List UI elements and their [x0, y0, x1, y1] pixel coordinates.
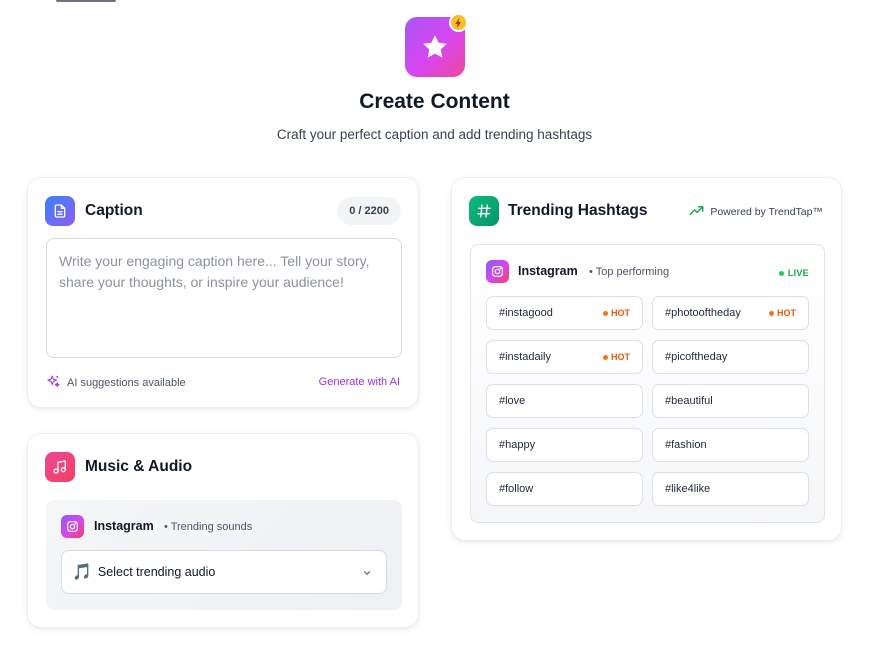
- hashtag-chip[interactable]: #picoftheday: [652, 340, 809, 374]
- hot-dot-icon: [769, 310, 774, 316]
- page-subtitle: Craft your perfect caption and add trend…: [276, 127, 593, 142]
- live-indicator: LIVE: [778, 268, 809, 278]
- hot-badge: HOT: [603, 352, 630, 362]
- trending-hashtags-card: Trending Hashtags Powered by TrendTap™ I…: [451, 177, 842, 541]
- hot-badge: HOT: [603, 308, 630, 318]
- caption-input[interactable]: [46, 238, 402, 358]
- hashtag-chip[interactable]: #photooftheday HOT: [652, 296, 809, 330]
- music-emoji-icon: 🎵: [72, 564, 92, 581]
- hot-label: HOT: [611, 352, 630, 362]
- hashtag-chip[interactable]: #happy: [486, 428, 643, 462]
- hashtag-platform-name: Instagram: [518, 264, 578, 278]
- hashtag-label: #instadaily: [499, 351, 551, 363]
- hashtag-grid: #instagood HOT #photooftheday HOT #instadail…: [486, 296, 809, 506]
- document-icon: [45, 196, 75, 226]
- ai-suggestions-row: AI suggestions available: [46, 374, 186, 392]
- hashtag-panel: Instagram • Top performing LIVE #instago…: [470, 244, 825, 523]
- caption-card: Caption 0 / 2200 AI suggestions availabl…: [27, 177, 419, 408]
- audio-select-label: Select trending audio: [97, 565, 216, 579]
- music-audio-card: Music & Audio Instagram • Trending sound…: [27, 433, 419, 628]
- hashtag-label: #photooftheday: [665, 307, 741, 319]
- live-label: LIVE: [787, 268, 809, 278]
- hot-dot-icon: [603, 354, 608, 360]
- hashtag-chip[interactable]: #instadaily HOT: [486, 340, 643, 374]
- character-counter: 0 / 2200: [337, 197, 401, 225]
- hot-dot-icon: [603, 310, 608, 316]
- hashtag-chip[interactable]: #like4like: [652, 472, 809, 506]
- hot-badge: HOT: [769, 308, 796, 318]
- sparkles-icon: [46, 374, 61, 392]
- music-platform-name: Instagram: [94, 519, 154, 533]
- powered-by-label: Powered by TrendTap™: [710, 206, 823, 218]
- music-audio-title: Music & Audio: [85, 458, 193, 475]
- trending-hashtags-title: Trending Hashtags: [508, 202, 648, 219]
- hashtag-platform-subtitle: • Top performing: [589, 266, 670, 278]
- top-tab-indicator: [56, 0, 116, 2]
- hashtag-label: #follow: [499, 483, 534, 495]
- hot-label: HOT: [777, 308, 796, 318]
- hashtag-label: #like4like: [665, 483, 711, 495]
- page-title: Create Content: [359, 90, 510, 113]
- hash-icon: [469, 196, 499, 226]
- lightning-icon: [449, 13, 468, 32]
- music-platform-subtitle: • Trending sounds: [164, 521, 253, 533]
- hot-label: HOT: [611, 308, 630, 318]
- hashtag-chip[interactable]: #beautiful: [652, 384, 809, 418]
- trending-up-icon: [689, 205, 704, 219]
- hashtag-label: #fashion: [665, 439, 707, 451]
- hashtag-label: #instagood: [499, 307, 553, 319]
- hashtag-label: #beautiful: [665, 395, 713, 407]
- hashtag-chip[interactable]: #love: [486, 384, 643, 418]
- hashtag-label: #picoftheday: [665, 351, 728, 363]
- hashtag-chip[interactable]: #fashion: [652, 428, 809, 462]
- trending-audio-select[interactable]: 🎵 Select trending audio: [61, 550, 387, 594]
- live-dot-icon: [778, 270, 784, 276]
- music-note-icon: [45, 452, 75, 482]
- hashtag-chip[interactable]: #follow: [486, 472, 643, 506]
- chevron-down-icon: [362, 567, 372, 581]
- generate-with-ai-button[interactable]: Generate with AI: [319, 376, 400, 388]
- instagram-icon: [61, 515, 84, 538]
- caption-title: Caption: [85, 202, 143, 219]
- hashtag-chip[interactable]: #instagood HOT: [486, 296, 643, 330]
- music-platform-panel: Instagram • Trending sounds 🎵 Select tre…: [46, 500, 402, 610]
- hashtag-label: #happy: [499, 439, 536, 451]
- powered-by: Powered by TrendTap™: [689, 205, 823, 219]
- instagram-icon: [486, 260, 509, 283]
- ai-suggestions-label: AI suggestions available: [67, 377, 186, 389]
- hashtag-label: #love: [499, 395, 526, 407]
